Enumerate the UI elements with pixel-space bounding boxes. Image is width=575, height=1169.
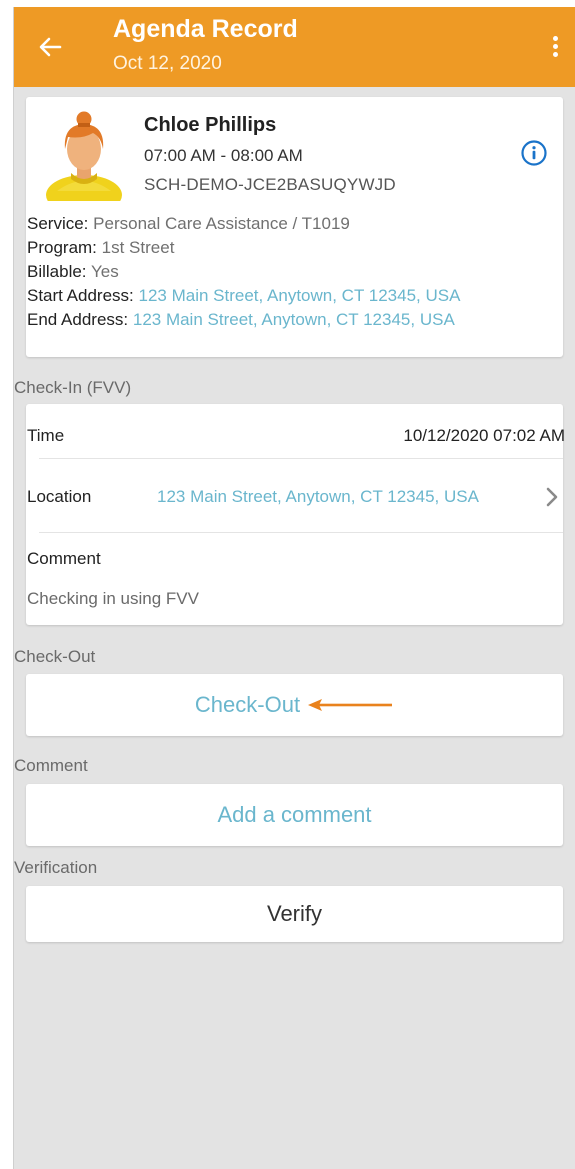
more-vert-icon[interactable] [545,33,565,63]
billable-value: Yes [90,262,119,281]
add-comment-label: Add a comment [217,802,372,827]
chevron-right-icon[interactable] [543,485,561,509]
program-row: Program: 1st Street [27,236,460,260]
service-label: Service: [27,214,89,233]
verify-button[interactable]: Verify [26,886,563,942]
program-value: 1st Street [101,238,175,257]
appointment-time: 07:00 AM - 08:00 AM [144,146,303,165]
start-address-row: Start Address: 123 Main Street, Anytown,… [27,284,460,308]
billable-label: Billable: [27,262,87,281]
program-label: Program: [27,238,97,257]
checkin-time-value: 10/12/2020 07:02 AM [403,426,565,445]
checkin-comment-value: Checking in using FVV [27,589,199,608]
end-address-label: End Address: [27,310,129,329]
checkout-button-label: Check-Out [194,692,301,717]
divider [39,532,563,533]
service-value: Personal Care Assistance / T1019 [93,214,350,233]
client-details: Service: Personal Care Assistance / T101… [27,212,460,332]
billable-row: Billable: Yes [27,260,460,284]
app-screen: Agenda Record Oct 12, 2020 Chloe Phillip… [13,7,575,1169]
end-address-link[interactable]: 123 Main Street, Anytown, CT 12345, USA [133,310,455,329]
back-arrow-icon[interactable] [34,31,66,63]
verification-section-label: Verification [14,858,98,877]
checkin-location-link[interactable]: 123 Main Street, Anytown, CT 12345, USA [157,487,479,507]
page-title: Agenda Record [113,15,298,43]
client-card: Chloe Phillips 07:00 AM - 08:00 AM SCH-D… [26,97,563,357]
checkin-comment-label: Comment [27,549,101,568]
verify-label: Verify [266,901,323,926]
add-comment-button[interactable]: Add a comment [26,784,563,846]
page-subtitle: Oct 12, 2020 [113,53,222,74]
checkin-section-label: Check-In (FVV) [14,378,132,397]
app-bar: Agenda Record Oct 12, 2020 [14,7,575,87]
divider [39,458,563,459]
checkout-button[interactable]: Check-Out [26,674,563,736]
client-name: Chloe Phillips [144,114,277,136]
annotation-arrow-icon [306,698,394,712]
service-row: Service: Personal Care Assistance / T101… [27,212,460,236]
checkout-section-label: Check-Out [14,647,96,666]
info-icon[interactable] [520,139,548,167]
schedule-id: SCH-DEMO-JCE2BASUQYWJD [144,175,396,194]
start-address-link[interactable]: 123 Main Street, Anytown, CT 12345, USA [139,286,461,305]
comment-section-label: Comment [14,756,88,775]
start-address-label: Start Address: [27,286,134,305]
end-address-row: End Address: 123 Main Street, Anytown, C… [27,308,460,332]
avatar-icon [43,111,125,215]
